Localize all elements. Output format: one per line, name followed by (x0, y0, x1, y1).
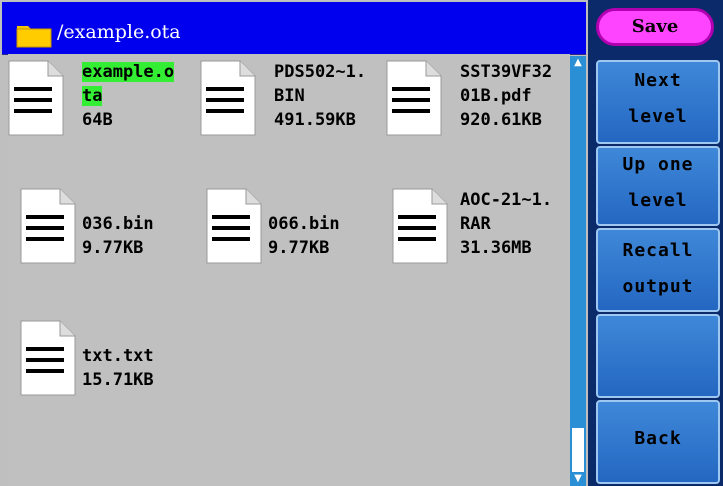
file-size: 9.77KB (82, 238, 144, 258)
current-path: /example.ota (57, 21, 181, 43)
document-icon (200, 60, 256, 136)
file-name-line: example.o (82, 62, 175, 82)
file-name-line (268, 188, 340, 212)
file-size: 64B (82, 110, 113, 130)
button-label-line: Back (634, 428, 682, 449)
file-item[interactable]: PDS502~1. BIN 491.59KB (200, 60, 382, 180)
file-list: example.o ta 64B PDS502~1. BIN 491.59KB (8, 54, 570, 486)
empty-soft-key[interactable] (596, 314, 720, 398)
scroll-down-arrow-icon[interactable]: ▼ (571, 472, 585, 486)
back-button[interactable]: Back (596, 400, 720, 484)
file-label: PDS502~1. BIN 491.59KB (274, 60, 366, 132)
file-name-line: 036.bin (82, 214, 154, 234)
file-item[interactable]: example.o ta 64B (8, 60, 190, 180)
file-label: example.o ta 64B (82, 60, 175, 132)
file-label: txt.txt 15.71KB (82, 320, 154, 392)
file-item[interactable]: AOC-21~1. RAR 31.36MB (392, 188, 574, 308)
save-button[interactable]: Save (596, 8, 714, 46)
document-icon (20, 320, 76, 396)
file-label: SST39VF32 01B.pdf 920.61KB (460, 60, 552, 132)
file-size: 31.36MB (460, 238, 532, 258)
button-label-line: level (628, 190, 688, 211)
file-label: 066.bin 9.77KB (268, 188, 340, 260)
path-bar: /example.ota (2, 2, 586, 55)
button-label-line: Up one (622, 154, 694, 175)
file-size: 15.71KB (82, 370, 154, 390)
next-level-button[interactable]: Next level (596, 60, 720, 144)
file-item[interactable]: 036.bin 9.77KB (20, 188, 202, 308)
file-name-line: PDS502~1. (274, 62, 367, 82)
file-name-line (82, 188, 154, 212)
file-name-line: SST39VF32 (460, 62, 553, 82)
file-item[interactable]: txt.txt 15.71KB (20, 320, 202, 440)
file-name-line: RAR (460, 214, 491, 234)
button-label-line: Next (634, 70, 682, 91)
document-icon (386, 60, 442, 136)
button-label-line: Recall (622, 240, 694, 261)
scroll-up-arrow-icon[interactable]: ▲ (571, 56, 585, 70)
file-browser-screen: /example.ota example.o ta 64B PDS502~1. … (0, 0, 723, 486)
file-item[interactable]: 066.bin 9.77KB (206, 188, 388, 308)
file-name-line: BIN (274, 86, 305, 106)
file-size: 9.77KB (268, 238, 330, 258)
file-name-line: ta (82, 86, 103, 106)
file-name-line (82, 320, 154, 344)
recall-output-button[interactable]: Recall output (596, 228, 720, 312)
document-icon (20, 188, 76, 264)
file-size: 491.59KB (274, 110, 356, 130)
file-size: 920.61KB (460, 110, 542, 130)
document-icon (392, 188, 448, 264)
document-icon (206, 188, 262, 264)
file-name-line: AOC-21~1. (460, 190, 553, 210)
scroll-thumb[interactable] (572, 428, 584, 472)
file-name-line: 066.bin (268, 214, 340, 234)
soft-key-panel: Save Next level Up one level Recall outp… (588, 0, 723, 486)
button-label-line: output (622, 276, 694, 297)
file-label: 036.bin 9.77KB (82, 188, 154, 260)
button-label-line: level (628, 106, 688, 127)
up-one-level-button[interactable]: Up one level (596, 146, 720, 226)
file-item[interactable]: SST39VF32 01B.pdf 920.61KB (386, 60, 568, 180)
file-name-line: 01B.pdf (460, 86, 532, 106)
file-label: AOC-21~1. RAR 31.36MB (460, 188, 552, 260)
file-name-line: txt.txt (82, 346, 154, 366)
document-icon (8, 60, 64, 136)
folder-icon (16, 26, 52, 48)
scrollbar[interactable]: ▲ ▼ (570, 56, 586, 486)
